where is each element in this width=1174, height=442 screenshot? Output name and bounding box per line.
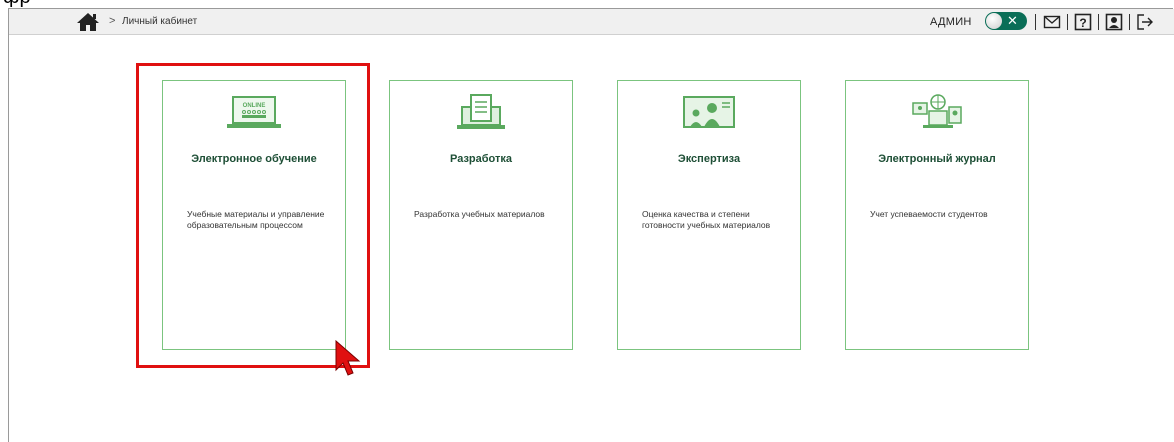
divider — [1067, 14, 1068, 30]
board-people-icon — [618, 93, 800, 133]
card-description: Разработка учебных материалов — [414, 209, 545, 219]
mouse-cursor-icon — [335, 340, 361, 376]
divider — [1129, 14, 1130, 30]
logout-icon[interactable] — [1136, 13, 1154, 31]
card-expertise[interactable]: Экспертиза Оценка качества и степени гот… — [617, 80, 801, 350]
home-icon[interactable] — [76, 12, 100, 32]
top-bar: > Личный кабинет АДМИН ✕ ? — [9, 9, 1174, 35]
toggle-close-symbol: ✕ — [1007, 13, 1018, 28]
help-icon[interactable]: ? — [1074, 13, 1092, 31]
role-toggle[interactable]: ✕ — [985, 12, 1027, 30]
selection-highlight — [136, 63, 370, 368]
card-title: Электронный журнал — [878, 153, 996, 165]
document-laptop-icon — [390, 93, 572, 133]
toggle-knob — [986, 13, 1002, 29]
network-devices-icon — [846, 93, 1028, 133]
svg-text:?: ? — [1079, 16, 1086, 30]
mail-icon[interactable] — [1043, 13, 1061, 31]
top-text-fragment: фр — [3, 0, 31, 7]
breadcrumb-separator: > — [109, 15, 116, 27]
card-e-journal[interactable]: Электронный журнал Учет успеваемости сту… — [845, 80, 1029, 350]
breadcrumb-current[interactable]: Личный кабинет — [122, 16, 197, 27]
profile-icon[interactable] — [1105, 13, 1123, 31]
card-description: Оценка качества и степени готовности уче… — [642, 209, 771, 230]
divider — [1098, 14, 1099, 30]
card-development[interactable]: Разработка Разработка учебных материалов — [389, 80, 573, 350]
card-title: Экспертиза — [677, 153, 741, 165]
card-title: Разработка — [450, 153, 512, 165]
divider — [1035, 14, 1036, 30]
card-description: Учет успеваемости студентов — [870, 209, 988, 219]
user-role-label: АДМИН — [930, 16, 972, 28]
